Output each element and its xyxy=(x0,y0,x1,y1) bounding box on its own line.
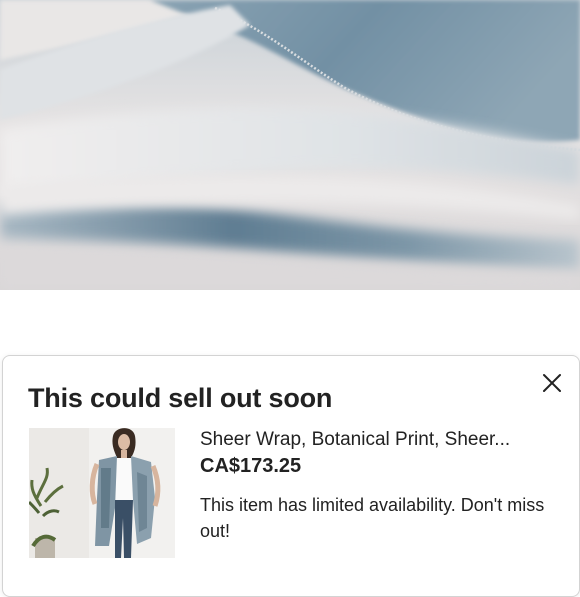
close-icon xyxy=(543,374,561,392)
availability-message: This item has limited availability. Don'… xyxy=(200,495,545,541)
notice-title: This could sell out soon xyxy=(28,383,333,413)
product-hero-image[interactable] xyxy=(0,0,580,290)
model-wearing-wrap-photo xyxy=(29,428,175,558)
product-thumbnail[interactable] xyxy=(29,428,175,558)
product-price: CA$173.25 xyxy=(200,455,302,477)
product-info: Sheer Wrap, Botanical Print, Sheer... CA… xyxy=(200,428,570,544)
sell-out-notice-sheet: This could sell out soon Sheer Wrap, Bot… xyxy=(2,355,580,597)
fabric-photo xyxy=(0,0,580,290)
close-button[interactable] xyxy=(537,368,567,398)
product-name-link[interactable]: Sheer Wrap, Botanical Print, Sheer... xyxy=(200,428,545,452)
